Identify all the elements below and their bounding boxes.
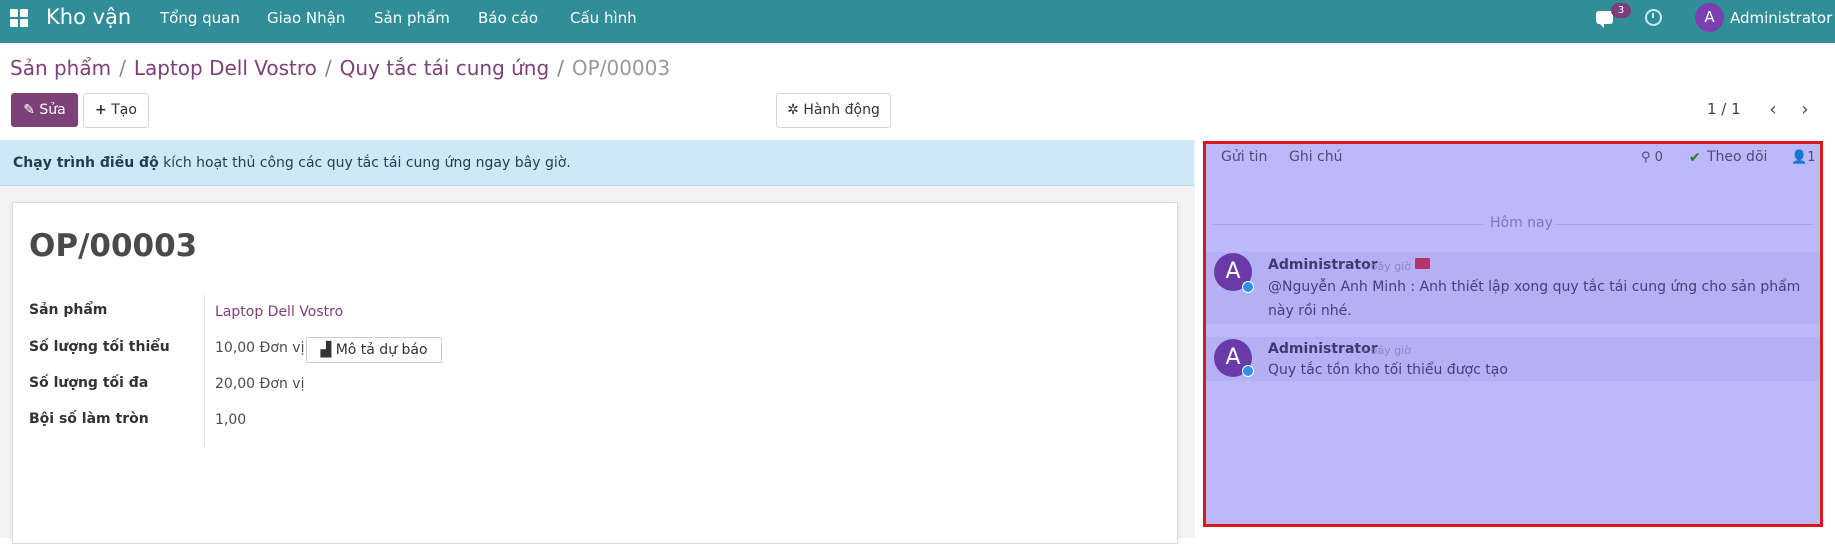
gear-icon: ✲: [787, 102, 799, 118]
min-qty-label: Số lượng tối thiểu: [29, 339, 170, 355]
check-icon: ✔: [1689, 150, 1701, 166]
menu-item-delivery[interactable]: Giao Nhận: [267, 9, 345, 27]
followers-count: 1: [1807, 150, 1816, 165]
user-avatar[interactable]: A: [1695, 3, 1724, 32]
max-qty-uom: Đơn vị: [259, 376, 305, 392]
followers-icon[interactable]: 👤1: [1791, 150, 1815, 165]
chat-count-badge: 3: [1611, 3, 1631, 18]
product-label: Sản phẩm: [29, 302, 108, 318]
pager-value[interactable]: 1 / 1: [1707, 100, 1741, 118]
max-qty-value: 20,00 Đơn vị: [215, 376, 304, 392]
envelope-icon: [1415, 258, 1430, 269]
message-author[interactable]: Administrator: [1268, 257, 1378, 273]
breadcrumb-current: OP/00003: [571, 56, 671, 80]
top-navbar: Kho vận Tổng quan Giao Nhận Sản phẩm Báo…: [0, 0, 1835, 43]
date-divider-label: Hôm nay: [1490, 215, 1553, 231]
send-message-button[interactable]: Gửi tin: [1221, 149, 1267, 165]
max-qty-label: Số lượng tối đa: [29, 375, 149, 391]
forecast-button[interactable]: ▟ Mô tả dự báo: [306, 337, 442, 363]
user-menu-name[interactable]: Administrator: [1730, 9, 1832, 27]
online-status-dot: [1242, 281, 1254, 293]
forecast-button-label: Mô tả dự báo: [335, 342, 428, 358]
plus-icon: +: [95, 102, 107, 118]
message-body-line: Quy tắc tồn kho tối thiểu được tạo: [1268, 362, 1508, 378]
field-divider: [204, 295, 205, 447]
min-qty-uom: Đơn vị: [259, 340, 305, 356]
breadcrumb-separator: /: [324, 56, 332, 80]
breadcrumb-product[interactable]: Laptop Dell Vostro: [134, 56, 317, 80]
product-value[interactable]: Laptop Dell Vostro: [215, 304, 343, 320]
pencil-icon: ✎: [23, 102, 35, 118]
menu-item-reports[interactable]: Báo cáo: [478, 9, 538, 27]
rounding-label: Bội số làm tròn: [29, 411, 149, 427]
message-time: - bây giờ: [1363, 344, 1411, 357]
log-note-button[interactable]: Ghi chú: [1289, 149, 1343, 165]
edit-button-label: Sửa: [39, 102, 66, 118]
rounding-value: 1,00: [215, 412, 247, 428]
alert-text: kích hoạt thủ công các quy tắc tái cung …: [158, 155, 571, 171]
create-button[interactable]: + Tạo: [83, 93, 149, 128]
attachment-paperclip-icon[interactable]: ⚲ 0: [1641, 150, 1663, 165]
breadcrumb-reorder-rules[interactable]: Quy tắc tái cung ứng: [340, 56, 550, 80]
scheduler-alert: Chạy trình điều độ kích hoạt thủ công cá…: [0, 140, 1194, 186]
breadcrumb-separator: /: [119, 56, 126, 80]
menu-item-overview[interactable]: Tổng quan: [160, 9, 240, 27]
pager-prev-icon[interactable]: ‹: [1765, 101, 1781, 119]
follow-button[interactable]: Theo dõi: [1707, 149, 1767, 165]
action-button[interactable]: ✲ Hành động: [776, 93, 891, 128]
app-brand[interactable]: Kho vận: [46, 5, 131, 29]
message-body-line: @Nguyễn Anh Minh : Anh thiết lập xong qu…: [1268, 279, 1801, 295]
chatter-panel: [1203, 141, 1823, 527]
edit-button[interactable]: ✎ Sửa: [11, 93, 78, 127]
area-chart-icon: ▟: [320, 342, 332, 358]
date-divider-left: [1213, 224, 1483, 225]
message-body-line: này rồi nhé.: [1268, 303, 1352, 319]
action-button-label: Hành động: [803, 102, 880, 118]
apps-grid-icon[interactable]: [10, 9, 28, 27]
max-qty-number: 20,00: [215, 376, 256, 392]
min-qty-number: 10,00: [215, 340, 256, 356]
breadcrumb-products[interactable]: Sản phẩm: [10, 56, 111, 80]
min-qty-value: 10,00 Đơn vị: [215, 340, 304, 356]
date-divider-right: [1555, 224, 1813, 225]
record-title: OP/00003: [29, 228, 198, 264]
menu-item-config[interactable]: Cấu hình: [570, 9, 637, 27]
breadcrumb-separator: /: [557, 56, 564, 80]
attachment-count: 0: [1654, 150, 1663, 165]
activity-clock-icon[interactable]: [1645, 9, 1662, 26]
create-button-label: Tạo: [111, 102, 137, 118]
run-scheduler-link[interactable]: Chạy trình điều độ: [13, 155, 159, 171]
message-time: - bây giờ: [1363, 260, 1411, 273]
breadcrumb: Sản phẩm / Laptop Dell Vostro / Quy tắc tái …: [10, 56, 670, 80]
pager-next-icon[interactable]: ›: [1797, 101, 1813, 119]
message-author[interactable]: Administrator: [1268, 341, 1378, 357]
menu-item-products[interactable]: Sản phẩm: [374, 9, 450, 27]
online-status-dot: [1242, 365, 1254, 377]
